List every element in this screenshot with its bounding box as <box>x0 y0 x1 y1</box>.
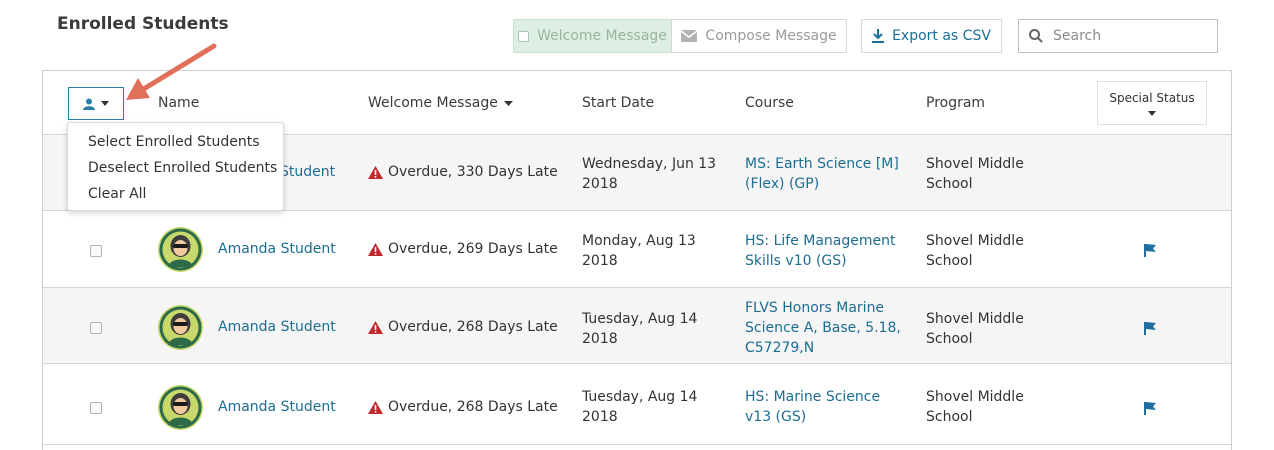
column-header-start-date[interactable]: Start Date <box>582 95 654 111</box>
start-date-line1: Wednesday, Jun 13 <box>582 156 717 172</box>
search-box <box>1018 19 1218 53</box>
course-line2: Skills v10 (GS) <box>745 253 847 269</box>
column-header-welcome[interactable]: Welcome Message <box>368 95 513 111</box>
course-link[interactable]: HS: Marine Science v13 (GS) <box>745 387 880 427</box>
course-line1: MS: Earth Science [M] <box>745 156 899 172</box>
course-line1: HS: Marine Science <box>745 389 881 405</box>
course-line1: HS: Life Management <box>745 233 896 249</box>
export-csv-label: Export as CSV <box>892 28 991 44</box>
menu-item-deselect-enrolled[interactable]: Deselect Enrolled Students <box>68 155 283 181</box>
start-date-line2: 2018 <box>582 331 618 347</box>
warning-icon <box>368 320 383 334</box>
avatar <box>158 305 203 350</box>
student-name-link[interactable]: Amanda Student <box>218 319 336 335</box>
course-line2: (Flex) (GP) <box>745 176 820 192</box>
welcome-message-label: Welcome Message <box>537 28 667 44</box>
course-line3: C57279,N <box>745 340 815 356</box>
course-line2: v13 (GS) <box>745 409 807 425</box>
program-line2: School <box>926 409 973 425</box>
student-avatar-icon <box>159 306 202 349</box>
welcome-status-text: Overdue, 330 Days Late <box>388 164 558 180</box>
student-name-link[interactable]: Student <box>280 164 335 180</box>
program-line1: Shovel Middle <box>926 156 1024 172</box>
program-line1: Shovel Middle <box>926 311 1024 327</box>
avatar <box>158 385 203 430</box>
user-icon <box>83 98 95 110</box>
start-date-line1: Tuesday, Aug 14 <box>582 389 698 405</box>
program: Shovel Middle School <box>926 387 1024 427</box>
warning-icon <box>368 165 383 179</box>
row-checkbox[interactable] <box>90 402 102 414</box>
avatar <box>158 227 203 272</box>
download-icon <box>872 29 885 43</box>
special-status-label: Special Status <box>1109 91 1195 105</box>
column-header-program[interactable]: Program <box>926 95 985 111</box>
program-line2: School <box>926 331 973 347</box>
student-avatar-icon <box>159 228 202 271</box>
program: Shovel Middle School <box>926 154 1024 194</box>
welcome-status: Overdue, 269 Days Late <box>368 241 558 257</box>
menu-item-select-enrolled[interactable]: Select Enrolled Students <box>68 129 283 155</box>
start-date-line2: 2018 <box>582 253 618 269</box>
program-line1: Shovel Middle <box>926 233 1024 249</box>
caret-down-icon <box>1148 111 1156 116</box>
flag-icon[interactable] <box>1144 244 1156 257</box>
start-date: Wednesday, Jun 13 2018 <box>582 154 716 194</box>
course-link[interactable]: HS: Life Management Skills v10 (GS) <box>745 231 896 271</box>
menu-item-clear-all[interactable]: Clear All <box>68 181 283 207</box>
column-header-course[interactable]: Course <box>745 95 794 111</box>
program-line2: School <box>926 253 973 269</box>
page-title: Enrolled Students <box>57 14 229 34</box>
start-date: Tuesday, Aug 14 2018 <box>582 309 697 349</box>
start-date-line2: 2018 <box>582 409 618 425</box>
start-date-line1: Monday, Aug 13 <box>582 233 696 249</box>
course-line2: Science A, Base, 5.18, <box>745 320 901 336</box>
row-checkbox[interactable] <box>90 322 102 334</box>
select-students-dropdown: Select Enrolled Students Deselect Enroll… <box>67 122 284 211</box>
warning-icon <box>368 400 383 414</box>
student-name-link[interactable]: Amanda Student <box>218 241 336 257</box>
compose-message-button[interactable]: Compose Message <box>671 19 847 53</box>
search-input[interactable] <box>1051 27 1201 45</box>
student-avatar-icon <box>159 386 202 429</box>
search-icon <box>1029 29 1043 43</box>
program-line1: Shovel Middle <box>926 389 1024 405</box>
student-name-link[interactable]: Amanda Student <box>218 399 336 415</box>
welcome-status-text: Overdue, 268 Days Late <box>388 399 558 415</box>
course-line1: FLVS Honors Marine <box>745 300 885 316</box>
start-date-line2: 2018 <box>582 176 618 192</box>
welcome-status: Overdue, 268 Days Late <box>368 319 558 335</box>
course-link[interactable]: MS: Earth Science [M] (Flex) (GP) <box>745 154 899 194</box>
program: Shovel Middle School <box>926 231 1024 271</box>
table-row: Amanda Student Overdue, 268 Days Late Tu… <box>43 288 1231 364</box>
start-date: Tuesday, Aug 14 2018 <box>582 387 697 427</box>
table-row: Amanda Student Overdue, 269 Days Late Mo… <box>43 212 1231 288</box>
compose-message-label: Compose Message <box>705 28 837 44</box>
table-row: Amanda Student Overdue, 268 Days Late Tu… <box>43 369 1231 445</box>
welcome-status: Overdue, 268 Days Late <box>368 399 558 415</box>
annotation-arrow-icon <box>126 43 217 100</box>
welcome-status-text: Overdue, 269 Days Late <box>388 241 558 257</box>
row-checkbox[interactable] <box>90 245 102 257</box>
welcome-status-text: Overdue, 268 Days Late <box>388 319 558 335</box>
warning-icon <box>368 242 383 256</box>
program: Shovel Middle School <box>926 309 1024 349</box>
welcome-message-button[interactable]: Welcome Message <box>513 19 672 53</box>
start-date: Monday, Aug 13 2018 <box>582 231 696 271</box>
envelope-icon <box>681 30 698 42</box>
welcome-status: Overdue, 330 Days Late <box>368 164 558 180</box>
program-line2: School <box>926 176 973 192</box>
start-date-line1: Tuesday, Aug 14 <box>582 311 698 327</box>
flag-icon[interactable] <box>1144 402 1156 415</box>
sort-down-icon <box>503 100 513 106</box>
caret-down-icon <box>101 101 109 106</box>
course-link[interactable]: FLVS Honors Marine Science A, Base, 5.18… <box>745 298 901 358</box>
select-menu-button[interactable] <box>68 87 124 120</box>
flag-icon[interactable] <box>1144 322 1156 335</box>
special-status-filter[interactable]: Special Status <box>1097 81 1207 125</box>
checkbox-icon <box>518 30 530 42</box>
column-header-welcome-label: Welcome Message <box>368 95 498 111</box>
export-csv-button[interactable]: Export as CSV <box>861 19 1002 53</box>
